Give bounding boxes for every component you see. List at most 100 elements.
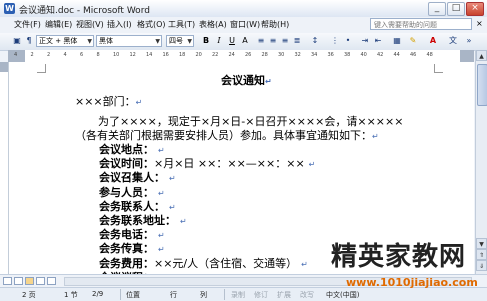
menu-tools[interactable]: 工具(T) [168, 19, 195, 30]
ruler-number: 42 [377, 52, 384, 58]
window-title: 会议通知.doc - Microsoft Word [19, 6, 150, 16]
status-mode-record[interactable]: 录制 [231, 290, 245, 300]
ruler-number: 14 [146, 52, 153, 58]
phonetic-icon[interactable]: 文 [448, 36, 458, 46]
next-page-icon[interactable]: ⇓ [476, 260, 487, 271]
paragraph-mark: ↵ [135, 98, 143, 107]
paragraph-mark: ↵ [158, 146, 165, 155]
menu-edit[interactable]: 编辑(E) [45, 19, 72, 30]
style-icon[interactable]: ¶ [24, 36, 34, 46]
ruler-number: 2 [30, 52, 34, 58]
field-label: 参与人员： [99, 185, 154, 199]
font-size-a-icon[interactable]: A [240, 36, 250, 46]
normal-view-icon[interactable] [3, 277, 12, 285]
print-layout-icon[interactable] [25, 277, 34, 285]
numbering-icon[interactable]: ⋮ [330, 36, 340, 46]
status-mode-track[interactable]: 修订 [254, 290, 268, 300]
ruler-number: 38 [344, 52, 351, 58]
menu-insert[interactable]: 插入(I) [107, 19, 132, 30]
font-color-icon[interactable]: A [428, 36, 438, 46]
underline-icon[interactable]: U [227, 36, 237, 46]
vertical-ruler-margin [0, 62, 8, 72]
document-title-text: 会议通知 [221, 74, 265, 87]
paragraph-mark: ↵ [158, 188, 165, 198]
minimize-button[interactable]: _ [428, 2, 446, 16]
menu-format[interactable]: 格式(O) [137, 19, 166, 30]
menu-view[interactable]: 视图(V) [76, 19, 104, 30]
ruler-number: 18 [179, 52, 186, 58]
word-app-icon[interactable]: W [4, 3, 15, 14]
close-button[interactable]: × [466, 2, 484, 16]
ruler-number: 10 [113, 52, 120, 58]
paragraph-mark: ↵ [372, 132, 379, 141]
help-search-input[interactable]: 键入需要帮助的问题 [370, 18, 472, 30]
vertical-ruler[interactable] [0, 62, 9, 274]
font-combo[interactable]: 黑体 ▼ [96, 35, 162, 47]
align-center-icon[interactable]: ≡ [268, 36, 278, 46]
web-view-icon[interactable] [14, 277, 23, 285]
align-left-icon[interactable]: ≡ [256, 36, 266, 46]
vertical-scrollbar[interactable]: ▲ ▼ ⇑ ⇓ [475, 50, 487, 274]
outdent-icon[interactable]: ⇤ [373, 36, 383, 46]
close-doc-icon[interactable]: × [476, 19, 483, 28]
watermark-url: www.1010jiajiao.com [346, 276, 478, 289]
line-spacing-icon[interactable]: ↕ [310, 36, 320, 46]
menu-file[interactable]: 文件(F) [14, 19, 41, 30]
size-combo-value: 四号 [169, 37, 183, 45]
scroll-thumb[interactable] [477, 64, 487, 106]
menu-window[interactable]: 窗口(W) [230, 19, 260, 30]
field-label: 会务传真： [99, 242, 154, 256]
reading-view-icon[interactable] [47, 277, 56, 285]
status-separator [224, 289, 225, 300]
outline-view-icon[interactable] [36, 277, 45, 285]
ruler-number: 22 [212, 52, 219, 58]
field-value: ×月×日 ××：××—××：×× [154, 157, 305, 171]
ruler-number: 26 [245, 52, 252, 58]
field-label: 会务费用： [99, 256, 154, 270]
ruler-number: 36 [327, 52, 334, 58]
paragraph-mark: ↵ [158, 245, 165, 255]
scroll-up-icon[interactable]: ▲ [476, 50, 487, 61]
status-bar: 2 页 1 节 2/9 位置 行 列 录制 修订 扩展 改写 中文(中国) [0, 287, 487, 301]
scroll-down-icon[interactable]: ▼ [476, 238, 487, 249]
maximize-button[interactable]: □ [447, 2, 465, 16]
chevron-down-icon: ▼ [155, 38, 160, 45]
style-combo[interactable]: 正文 + 黑体 ▼ [36, 35, 94, 47]
ruler-number: 8 [96, 52, 100, 58]
status-mode-overtype[interactable]: 改写 [300, 290, 314, 300]
italic-icon[interactable]: I [214, 36, 224, 46]
ruler-number: 12 [129, 52, 136, 58]
status-language: 中文(中国) [326, 291, 360, 299]
align-right-icon[interactable]: ≡ [280, 36, 290, 46]
paragraph-mark: ↵ [169, 174, 176, 184]
prev-page-icon[interactable]: ⇑ [476, 249, 487, 260]
highlight-icon[interactable]: ✎ [408, 36, 418, 46]
paragraph-mark: ↵ [180, 217, 187, 226]
field-label: 会议时间： [99, 157, 154, 171]
chevron-down-icon: ▼ [187, 38, 192, 45]
field-label: 会务联系地址： [99, 214, 176, 227]
formatting-toolbar: ▣ ¶ 正文 + 黑体 ▼ 黑体 ▼ 四号 ▼ B I U A ≡ ≡ ≡ ≣ ↕ ⋮… [0, 33, 487, 51]
border-icon[interactable]: ▦ [392, 36, 402, 46]
status-section: 1 节 [64, 291, 78, 299]
more-icon[interactable]: » [464, 36, 474, 46]
field-label: 会务电话： [99, 228, 154, 242]
ruler-number: 4 [63, 52, 67, 58]
save-icon[interactable]: ▣ [12, 36, 22, 46]
paragraph-mark: ↵ [158, 231, 165, 241]
bold-icon[interactable]: B [201, 36, 211, 46]
status-separator [120, 289, 121, 300]
ruler-number: 28 [261, 52, 268, 58]
status-line: 行 [170, 291, 177, 299]
ruler-number: 48 [426, 52, 433, 58]
size-combo[interactable]: 四号 ▼ [166, 35, 194, 47]
indent-icon[interactable]: ⇥ [360, 36, 370, 46]
status-mode-extend[interactable]: 扩展 [277, 290, 291, 300]
menu-table[interactable]: 表格(A) [199, 19, 227, 30]
ruler-number: 24 [228, 52, 235, 58]
paragraph-mark: ↵ [301, 259, 308, 269]
menu-help[interactable]: 帮助(H) [261, 19, 289, 30]
ruler-number: 16 [162, 52, 169, 58]
justify-icon[interactable]: ≣ [292, 36, 302, 46]
bullets-icon[interactable]: • [343, 36, 353, 46]
